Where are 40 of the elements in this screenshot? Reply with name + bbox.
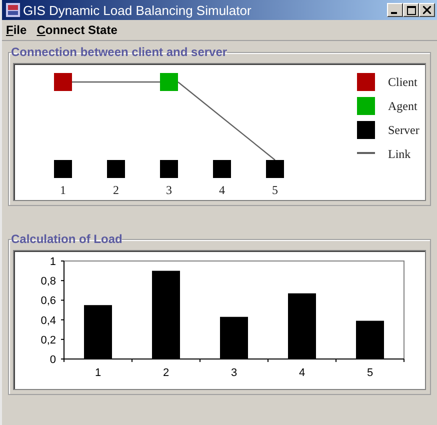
group-title: Connection between client and server: [11, 45, 228, 59]
server-node: [107, 160, 125, 178]
server-label: 4: [219, 183, 225, 197]
server-node: [213, 160, 231, 178]
menu-item[interactable]: Connect State: [36, 23, 118, 37]
maximize-icon: [406, 6, 416, 14]
legend-label: Client: [388, 75, 418, 89]
legend-label: Server: [388, 123, 420, 137]
server-node: [266, 160, 284, 178]
axis-label: 2: [162, 367, 170, 379]
legend-label: Agent: [388, 99, 418, 113]
close-button[interactable]: [419, 3, 435, 17]
axis-label: 0,2: [40, 334, 56, 346]
server-label: 2: [113, 183, 119, 197]
server-label: 3: [166, 183, 172, 197]
app-icon: [6, 3, 20, 17]
axis-label: 1: [94, 367, 102, 379]
bar: [288, 293, 316, 359]
axis-label: 4: [298, 367, 306, 379]
axis-label: 1: [50, 256, 56, 268]
legend-label: Link: [388, 147, 411, 161]
menu-item[interactable]: File: [6, 23, 27, 37]
minimize-button[interactable]: [387, 3, 403, 17]
axis-label: 3: [230, 367, 238, 379]
axis-label: 0,6: [40, 295, 56, 308]
group-title: Calculation of Load: [11, 232, 122, 246]
maximize-button[interactable]: [403, 3, 419, 17]
window-title: GIS Dynamic Load Balancing Simulator: [23, 2, 252, 18]
axis-label: 0,8: [40, 276, 56, 288]
bar: [220, 316, 248, 359]
axis-label: 5: [366, 367, 374, 379]
server-label: 5: [272, 183, 278, 197]
close-icon: [423, 6, 431, 14]
bar: [356, 320, 384, 359]
axis-label: 0: [50, 354, 56, 366]
axis-label: 0,4: [40, 314, 56, 327]
server-label: 1: [60, 183, 66, 197]
server-node: [160, 160, 178, 178]
server-node: [54, 160, 72, 178]
bar: [84, 305, 112, 359]
